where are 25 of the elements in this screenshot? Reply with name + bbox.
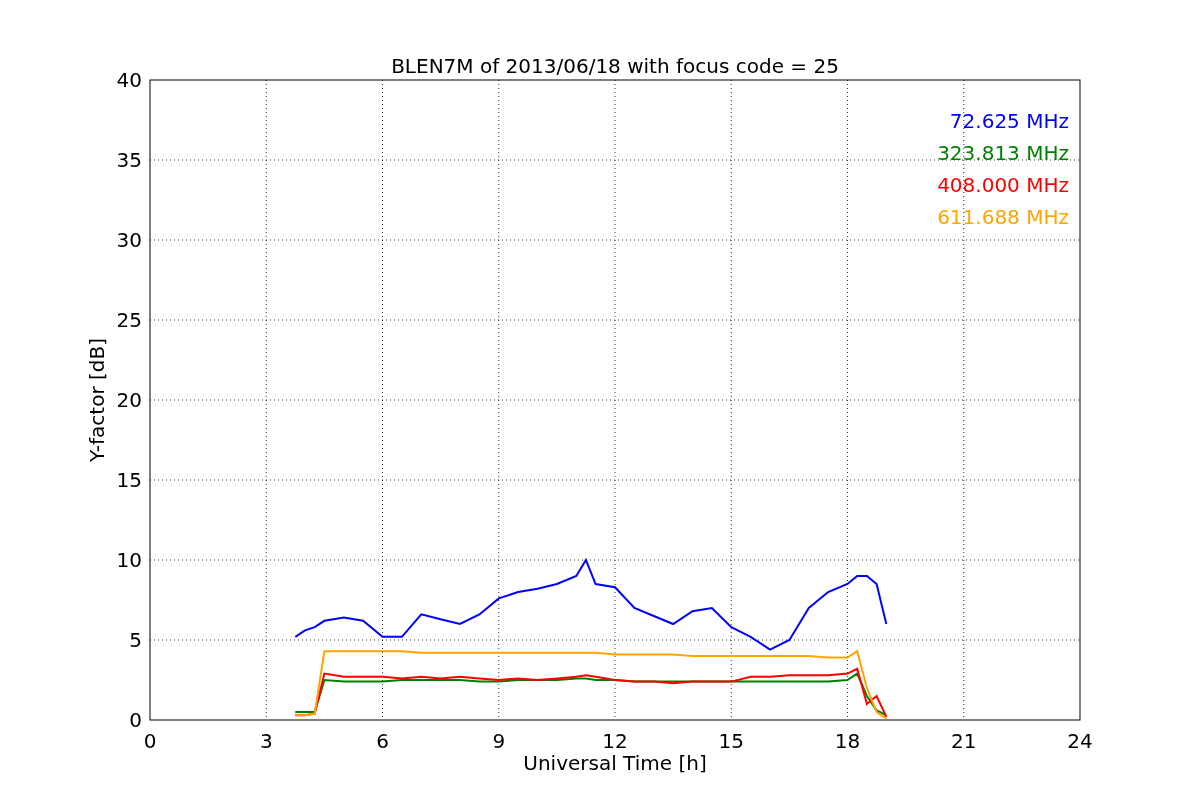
- legend-label: 611.688 MHz: [937, 205, 1069, 229]
- legend-label: 408.000 MHz: [937, 173, 1069, 197]
- tick-label: 12: [602, 729, 628, 753]
- tick-label: 15: [116, 468, 142, 492]
- tick-label: 10: [116, 548, 142, 572]
- tick-label: 35: [116, 148, 142, 172]
- x-axis-title: Universal Time [h]: [523, 751, 707, 775]
- tick-label: 25: [116, 308, 142, 332]
- tick-label: 20: [116, 388, 142, 412]
- chart-title: BLEN7M of 2013/06/18 with focus code = 25: [391, 54, 839, 78]
- y-axis-title: Y-factor [dB]: [85, 338, 109, 462]
- legend-label: 323.813 MHz: [937, 141, 1069, 165]
- tick-label: 30: [116, 228, 142, 252]
- legend-label: 72.625 MHz: [949, 109, 1069, 133]
- tick-label: 3: [259, 729, 273, 753]
- tick-label: 24: [1067, 729, 1093, 753]
- tick-label: 15: [718, 729, 744, 753]
- tick-label: 0: [143, 729, 157, 753]
- tick-label: 40: [116, 68, 142, 92]
- tick-label: 6: [376, 729, 389, 753]
- tick-label: 21: [951, 729, 977, 753]
- tick-label: 18: [834, 729, 861, 753]
- tick-label: 9: [492, 729, 506, 753]
- tick-label: 0: [129, 708, 142, 732]
- tick-label: 5: [129, 628, 142, 652]
